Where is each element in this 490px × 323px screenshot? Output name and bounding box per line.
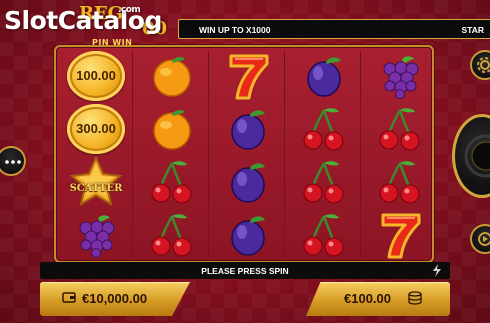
scatter-label: SCATTER <box>69 183 123 194</box>
lightning-icon[interactable] <box>432 264 442 277</box>
autoplay-icon <box>478 232 490 246</box>
watermark: SlotCatalog .com <box>4 5 162 35</box>
cherry-symbol <box>286 208 362 261</box>
grapes-icon <box>383 55 419 99</box>
wallet-icon <box>62 292 76 303</box>
status-bar: PLEASE PRESS SPIN <box>40 262 450 279</box>
top-banner: WIN UP TO X1000 STAR <box>178 19 490 39</box>
orange-icon <box>153 109 191 150</box>
coin-symbol: 300.00 <box>58 102 134 155</box>
cherry-icon <box>151 160 192 203</box>
grapes-icon <box>79 214 115 258</box>
seven-icon <box>381 213 421 258</box>
cherry-symbol <box>286 102 362 155</box>
star-icon <box>69 155 123 206</box>
cherry-symbol <box>362 102 438 155</box>
plum-icon <box>307 56 341 97</box>
balance-display: €10,000.00 <box>40 282 190 316</box>
bet-display[interactable]: €100.00 <box>306 282 450 316</box>
bet-value: €100.00 <box>344 291 391 306</box>
banner-right-text: STAR <box>461 25 484 35</box>
orange-symbol <box>134 102 210 155</box>
seven-icon <box>229 54 269 99</box>
coin-symbol: 100.00 <box>58 49 134 102</box>
cherry-symbol <box>134 208 210 261</box>
cherry-icon <box>303 107 344 150</box>
coin-value: 300.00 <box>76 121 116 136</box>
plum-symbol <box>286 49 362 102</box>
cherry-icon <box>303 213 344 256</box>
plum-icon <box>231 162 265 203</box>
orange-symbol <box>134 49 210 102</box>
grapes-symbol <box>58 208 134 261</box>
coin-value: 100.00 <box>76 68 116 83</box>
cherry-symbol <box>134 155 210 208</box>
seven-symbol <box>362 208 438 261</box>
cherry-icon <box>379 107 420 150</box>
plum-icon <box>231 215 265 256</box>
watermark-suffix: .com <box>118 5 141 15</box>
reel-frame: 100.00 300.00 SCATTER <box>54 45 434 263</box>
cherry-icon <box>303 160 344 203</box>
banner-win-text: WIN UP TO X1000 <box>199 25 271 35</box>
game-logo-subtitle: PIN WIN <box>92 38 133 47</box>
orange-icon <box>153 56 191 97</box>
more-dots-icon <box>5 160 21 164</box>
plum-icon <box>231 109 265 150</box>
cherry-symbol <box>286 155 362 208</box>
coin-stack-icon <box>408 291 422 305</box>
grapes-symbol <box>362 49 438 102</box>
cherry-icon <box>379 160 420 203</box>
gear-icon <box>477 57 490 73</box>
cherry-icon <box>151 213 192 256</box>
balance-value: €10,000.00 <box>82 291 148 306</box>
seven-symbol <box>210 49 286 102</box>
plum-symbol <box>210 155 286 208</box>
cherry-symbol <box>362 155 438 208</box>
status-message: PLEASE PRESS SPIN <box>201 266 289 276</box>
plum-symbol <box>210 208 286 261</box>
spin-icon <box>464 134 490 178</box>
plum-symbol <box>210 102 286 155</box>
scatter-symbol: SCATTER <box>58 155 134 208</box>
